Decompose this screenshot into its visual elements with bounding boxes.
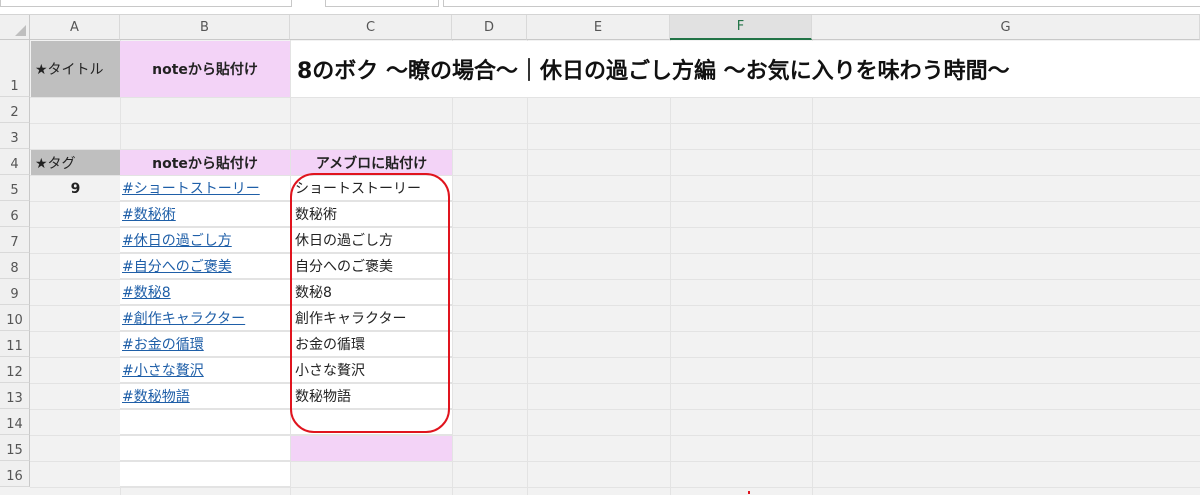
cell-b12[interactable]: #小さな贅沢: [120, 358, 290, 383]
spreadsheet-grid: A B C D E F G 1 2 3 4 5 6 7 8 9 10 11 12…: [0, 15, 1200, 495]
row-header-11[interactable]: 11: [0, 331, 30, 357]
column-header-e[interactable]: E: [527, 15, 670, 40]
column-header-d[interactable]: D: [452, 15, 527, 40]
cell-c1-title-text[interactable]: 8のボク 〜瞭の場合〜｜休日の過ごし方編 〜お気に入りを味わう時間〜: [291, 41, 1200, 97]
cell-c15-pink[interactable]: [291, 436, 452, 461]
cell-c10-ameblo-tag[interactable]: 創作キャラクター: [291, 306, 452, 331]
cell-c11-ameblo-tag[interactable]: お金の循環: [291, 332, 452, 357]
row-header-8[interactable]: 8: [0, 253, 30, 279]
row-header-4[interactable]: 4: [0, 149, 30, 175]
note-tag-link[interactable]: #自分へのご褒美: [120, 256, 232, 276]
note-tag-link[interactable]: #小さな贅沢: [120, 360, 204, 380]
row-header-10[interactable]: 10: [0, 305, 30, 331]
cell-c8-ameblo-tag[interactable]: 自分へのご褒美: [291, 254, 452, 279]
row-header-16[interactable]: 16: [0, 461, 30, 487]
row-header-6[interactable]: 6: [0, 201, 30, 227]
cell-b15[interactable]: [120, 436, 290, 461]
cell-b6[interactable]: #数秘術: [120, 202, 290, 227]
cell-b11[interactable]: #お金の循環: [120, 332, 290, 357]
cell-b4-note-paste-label[interactable]: noteから貼付け: [120, 150, 290, 175]
select-all-corner[interactable]: [0, 15, 30, 40]
row-header-13[interactable]: 13: [0, 383, 30, 409]
formula-input[interactable]: [443, 0, 1200, 7]
cell-b10[interactable]: #創作キャラクター: [120, 306, 290, 331]
cell-c4-ameblo-paste-label[interactable]: アメブロに貼付け: [291, 150, 452, 175]
note-tag-link[interactable]: #ショートストーリー: [120, 178, 260, 198]
row-header-2[interactable]: 2: [0, 97, 30, 123]
cell-b8[interactable]: #自分へのご褒美: [120, 254, 290, 279]
column-header-g[interactable]: G: [812, 15, 1200, 40]
row-header-7[interactable]: 7: [0, 227, 30, 253]
cell-b9[interactable]: #数秘8: [120, 280, 290, 305]
row-header-14[interactable]: 14: [0, 409, 30, 435]
column-header-f[interactable]: F: [670, 15, 812, 40]
cell-a5-tag-count[interactable]: 9: [31, 176, 120, 201]
formula-buttons[interactable]: [325, 0, 439, 7]
cell-c6-ameblo-tag[interactable]: 数秘術: [291, 202, 452, 227]
column-header-c[interactable]: C: [290, 15, 452, 40]
cell-c14[interactable]: [291, 410, 452, 435]
note-tag-link[interactable]: #数秘術: [120, 204, 176, 224]
cell-b16[interactable]: [120, 462, 290, 487]
note-tag-link[interactable]: #創作キャラクター: [120, 308, 245, 328]
cell-c13-ameblo-tag[interactable]: 数秘物語: [291, 384, 452, 409]
cell-c7-ameblo-tag[interactable]: 休日の過ごし方: [291, 228, 452, 253]
row-header-9[interactable]: 9: [0, 279, 30, 305]
row-header-15[interactable]: 15: [0, 435, 30, 461]
row-header-5[interactable]: 5: [0, 175, 30, 201]
cell-c9-ameblo-tag[interactable]: 数秘8: [291, 280, 452, 305]
cell-b7[interactable]: #休日の過ごし方: [120, 228, 290, 253]
row-header-12[interactable]: 12: [0, 357, 30, 383]
cell-a1-title-label[interactable]: ★タイトル: [31, 41, 120, 97]
cell-c12-ameblo-tag[interactable]: 小さな贅沢: [291, 358, 452, 383]
column-header-a[interactable]: A: [30, 15, 120, 40]
name-box[interactable]: [0, 0, 292, 7]
cell-b1-note-paste-label[interactable]: noteから貼付け: [120, 41, 290, 97]
note-tag-link[interactable]: #お金の循環: [120, 334, 204, 354]
cell-b13[interactable]: #数秘物語: [120, 384, 290, 409]
row-header-1[interactable]: 1: [0, 40, 30, 97]
cell-a4-tag-label[interactable]: ★タグ: [31, 150, 120, 175]
cell-c5-ameblo-tag[interactable]: ショートストーリー: [291, 176, 452, 201]
note-tag-link[interactable]: #休日の過ごし方: [120, 230, 232, 250]
formula-bar: [0, 0, 1200, 15]
cell-b14[interactable]: [120, 410, 290, 435]
row-header-3[interactable]: 3: [0, 123, 30, 149]
stray-mark: [748, 491, 750, 494]
note-tag-link[interactable]: #数秘8: [120, 282, 171, 302]
note-tag-link[interactable]: #数秘物語: [120, 386, 190, 406]
column-header-b[interactable]: B: [120, 15, 290, 40]
cell-b5[interactable]: #ショートストーリー: [120, 176, 290, 201]
